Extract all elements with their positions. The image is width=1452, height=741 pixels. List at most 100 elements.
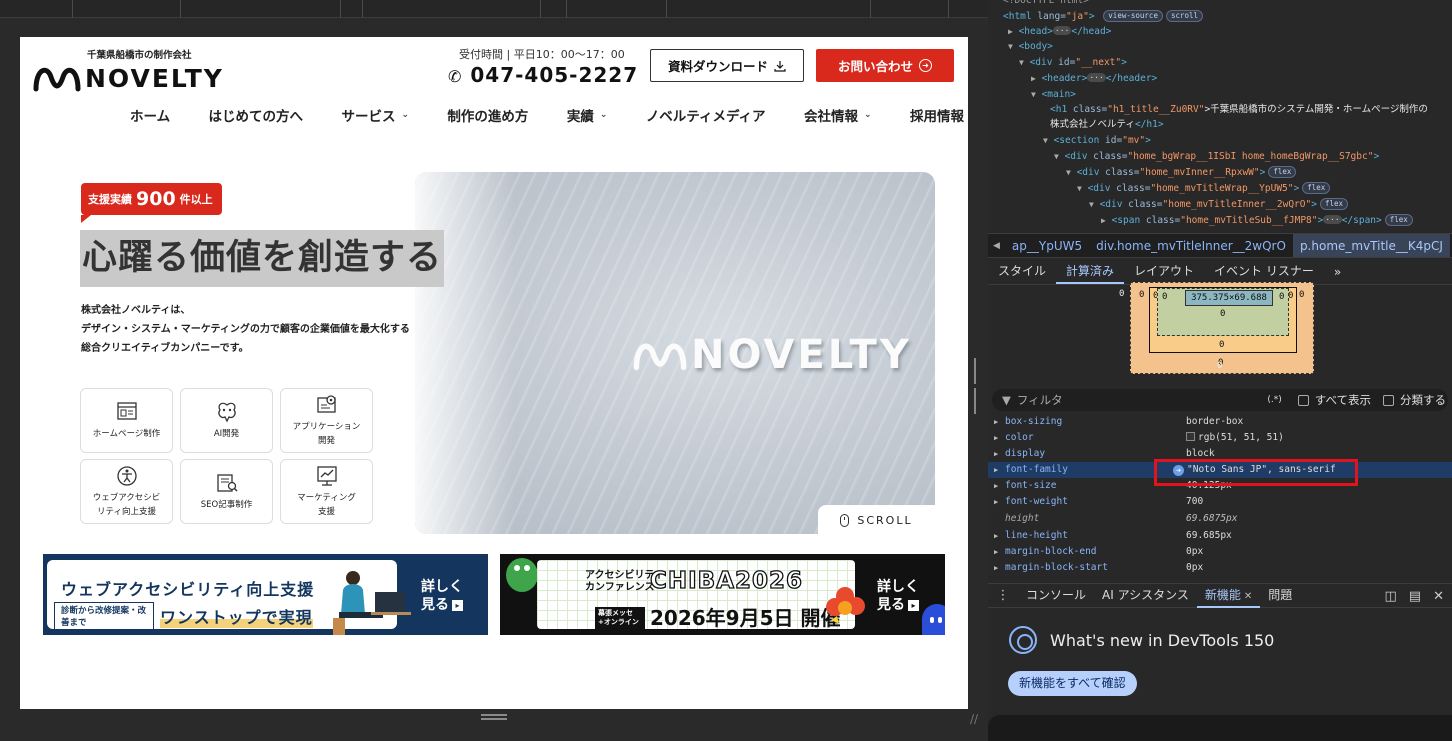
browser-viewport: 千葉県船橋市の制作会社 NOVELTY 受付時間 | 平日10：00〜17：00…	[0, 0, 988, 741]
see-all-features-button[interactable]: 新機能をすべて確認	[1008, 671, 1137, 696]
collapse-triangle-icon[interactable]: ▼	[1089, 200, 1094, 209]
site-logo[interactable]: 千葉県船橋市の制作会社 NOVELTY	[33, 47, 233, 95]
property-row[interactable]: ▶ margin-block-start 0px	[988, 560, 1452, 576]
collapse-triangle-icon[interactable]: ▼	[1043, 136, 1048, 145]
collapse-triangle-icon[interactable]: ▼	[1008, 42, 1013, 51]
collapse-triangle-icon[interactable]: ▼	[1054, 152, 1059, 161]
phone-number[interactable]: ✆ 047-405-2227	[448, 63, 638, 87]
nav-item-recruit[interactable]: 採用情報	[910, 105, 964, 125]
service-card-app[interactable]: アプリケーション 開発	[280, 388, 373, 453]
chevron-down-icon: ⌄	[401, 110, 409, 120]
dom-node-next[interactable]: ▼ <div id="__next">	[1019, 56, 1127, 70]
collapse-triangle-icon[interactable]: ▼	[1066, 168, 1071, 177]
dom-node-titlesub[interactable]: ▶ <span class="home_mvTitleSub__fJMP8"> ·…	[1101, 214, 1413, 228]
accessibility-support-banner[interactable]: ウェブアクセシビリティ向上支援 診断から改修提案・改善まで ワンストップで実現 …	[43, 554, 488, 635]
service-card-ai[interactable]: AI開発	[180, 388, 273, 453]
nav-item-works[interactable]: 実績 ⌄	[567, 105, 608, 125]
breadcrumb-item[interactable]: ap__YpUW5	[1005, 234, 1089, 257]
collapse-triangle-icon[interactable]: ▼	[1077, 184, 1082, 193]
nav-item-services[interactable]: サービス ⌄	[341, 105, 409, 125]
nav-item-home[interactable]: ホーム	[130, 105, 170, 125]
dom-node-head[interactable]: ▶ <head> ··· </head>	[1008, 25, 1111, 39]
dom-node-main[interactable]: ▼ <main>	[1031, 88, 1076, 102]
dock-side-icon[interactable]: ◫	[1385, 589, 1397, 604]
property-row[interactable]: ▶ font-weight 700	[988, 494, 1452, 510]
property-row[interactable]: ▶ box-sizing border-box	[988, 414, 1452, 430]
nav-item-first-time[interactable]: はじめての方へ	[209, 105, 304, 125]
corner-resize-icon[interactable]: ∕∕	[970, 712, 978, 726]
nav-item-media[interactable]: ノベルティメディア	[646, 105, 766, 125]
dock-bottom-icon[interactable]: ▤	[1409, 589, 1421, 604]
service-card-seo[interactable]: SEO記事制作	[180, 459, 273, 524]
expand-triangle-icon[interactable]: ▶	[1101, 216, 1106, 225]
expand-triangle-icon[interactable]: ▶	[1031, 74, 1036, 83]
scroll-badge[interactable]: scroll	[1165, 10, 1204, 22]
dom-node-titlewrap[interactable]: ▼ <div class="home_mvTitleWrap__YpUW5"> f…	[1077, 182, 1331, 196]
property-row[interactable]: ▶ line-height 69.685px	[988, 528, 1452, 544]
dom-node-html[interactable]: <html lang="ja"> view-source scroll	[1003, 10, 1204, 24]
tab-ai-assistance[interactable]: AI アシスタンス	[1094, 583, 1197, 608]
service-card-accessibility[interactable]: ウェブアクセシビ リティ向上支援	[80, 459, 173, 524]
collapse-triangle-icon[interactable]: ▼	[1019, 58, 1024, 67]
chevron-down-icon: ⌄	[599, 110, 608, 120]
mouse-icon	[840, 513, 850, 527]
flex-badge[interactable]: flex	[1268, 166, 1297, 178]
close-icon[interactable]: ✕	[1244, 591, 1252, 602]
dom-node-mvinner[interactable]: ▼ <div class="home_mvInner__RpxwW"> flex	[1066, 166, 1297, 180]
dom-node-body[interactable]: ▼ <body>	[1008, 40, 1053, 54]
tab-console[interactable]: コンソール	[1018, 583, 1094, 608]
viewport-resize-handle[interactable]	[481, 714, 507, 722]
flex-badge[interactable]: flex	[1384, 214, 1413, 226]
filter-input[interactable]: フィルタ	[1017, 392, 1063, 408]
dom-node-section[interactable]: ▼ <section id="mv">	[1043, 134, 1151, 148]
position-bottom-value: 0	[1217, 361, 1223, 371]
conference-title: CHIBA2026	[649, 567, 804, 594]
tab-styles[interactable]: スタイル	[988, 262, 1056, 284]
achievement-badge: 支援実績 900 件以上	[81, 183, 222, 223]
banner-more-link: 詳しく 見る ▸	[421, 579, 463, 613]
service-card-marketing[interactable]: マーケティング 支援	[280, 459, 373, 524]
collapse-triangle-icon[interactable]: ▼	[1031, 90, 1036, 99]
tab-whats-new[interactable]: 新機能 ✕	[1196, 583, 1261, 608]
regex-toggle[interactable]: (.*)	[1267, 395, 1281, 405]
tab-computed[interactable]: 計算済み	[1056, 262, 1125, 284]
caret-left-icon[interactable]: ◀	[988, 241, 1005, 251]
more-tabs-icon[interactable]: »	[1324, 265, 1351, 284]
dom-node-bgwrap[interactable]: ▼ <div class="home_bgWrap__1ISbI home_ho…	[1054, 150, 1379, 164]
close-drawer-icon[interactable]: ✕	[1433, 589, 1444, 604]
service-grid: ホームページ制作 AI開発 アプリケーション 開発 ウェブアクセシビ リティ向上…	[80, 388, 373, 524]
property-row[interactable]: height 69.6875px	[988, 511, 1452, 527]
arrow-right-circle-icon: ➜	[919, 59, 932, 72]
tab-layout[interactable]: レイアウト	[1124, 262, 1204, 284]
flex-badge[interactable]: flex	[1319, 198, 1349, 210]
property-row[interactable]: ▶ margin-block-end 0px	[988, 544, 1452, 560]
view-source-badge[interactable]: view-source	[1103, 10, 1163, 22]
service-card-website[interactable]: ホームページ制作	[80, 388, 173, 453]
color-swatch-icon[interactable]	[1186, 432, 1195, 441]
scroll-indicator[interactable]: SCROLL	[818, 505, 935, 535]
accessibility-conference-banner[interactable]: アクセシビリティ カンファレンス CHIBA2026 幕張メッセ +オンライン …	[500, 554, 945, 635]
ai-brain-icon	[217, 402, 236, 422]
breadcrumb-item-selected[interactable]: p.home_mvTitle__K4pCJ	[1292, 234, 1450, 257]
tab-issues[interactable]: 問題	[1260, 583, 1300, 608]
download-button[interactable]: 資料ダウンロード	[650, 49, 804, 82]
download-icon	[774, 60, 786, 72]
dom-node-titleinner[interactable]: ▼ <div class="home_mvTitleInner__2wQrO">…	[1089, 198, 1349, 212]
tab-event-listeners[interactable]: イベント リスナー	[1204, 262, 1324, 284]
contact-button[interactable]: お問い合わせ ➜	[816, 49, 954, 82]
group-checkbox[interactable]	[1383, 394, 1394, 406]
kebab-menu-icon[interactable]: ⋮	[988, 588, 1018, 603]
expand-triangle-icon[interactable]: ▶	[1008, 27, 1013, 36]
nav-item-process[interactable]: 制作の進め方	[447, 105, 528, 125]
property-row[interactable]: ▶ color rgb(51, 51, 51)	[988, 430, 1452, 446]
download-button-label: 資料ダウンロード	[667, 59, 768, 74]
panel-splitter[interactable]	[974, 358, 980, 414]
dom-node-header[interactable]: ▶ <header> ··· </header>	[1031, 72, 1157, 86]
show-all-checkbox[interactable]	[1297, 394, 1309, 406]
dom-node-h1[interactable]: <h1 class="h1_title__Zu0RV">千葉県船橋市のシステム開…	[1050, 103, 1428, 117]
flex-badge[interactable]: flex	[1302, 182, 1331, 194]
nav-item-company[interactable]: 会社情報 ⌄	[804, 105, 872, 125]
breadcrumb-item[interactable]: div.home_mvTitleInner__2wQrO	[1089, 234, 1293, 257]
computed-filter-bar[interactable]: ▼ フィルタ (.*) すべて表示 分類する	[992, 389, 1448, 411]
service-label: ウェブアクセシビ リティ向上支援	[92, 492, 161, 517]
